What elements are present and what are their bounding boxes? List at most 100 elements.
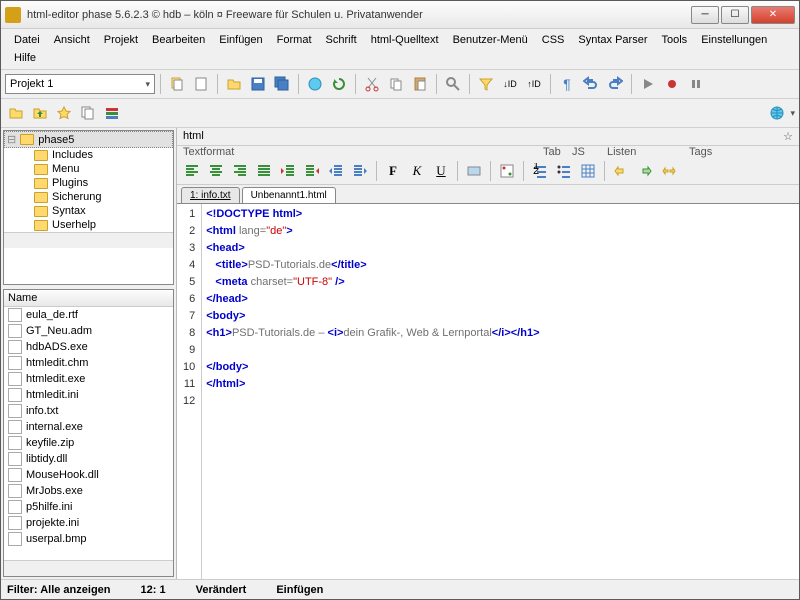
menu-css[interactable]: CSS xyxy=(535,31,572,49)
file-hscroll[interactable] xyxy=(4,560,173,576)
menu-einstellungen[interactable]: Einstellungen xyxy=(694,31,774,49)
tree-node[interactable]: Includes xyxy=(4,148,173,162)
tag-close-icon[interactable] xyxy=(634,160,656,182)
label-textformat: Textformat xyxy=(183,146,234,158)
file-item[interactable]: htmledit.chm xyxy=(4,355,173,371)
project-combo[interactable]: Projekt 1 xyxy=(5,74,155,94)
label-listen: Listen xyxy=(607,146,636,158)
filter-icon[interactable] xyxy=(475,73,497,95)
folder-tree[interactable]: ⊟ phase5 IncludesMenuPluginsSicherungSyn… xyxy=(3,130,174,285)
id-down-icon[interactable]: ↓ID xyxy=(499,73,521,95)
file-item[interactable]: libtidy.dll xyxy=(4,451,173,467)
tree-folder-icon[interactable] xyxy=(5,102,27,124)
file-list[interactable]: eula_de.rtfGT_Neu.admhdbADS.exehtmledit.… xyxy=(4,307,173,560)
tag-open-icon[interactable] xyxy=(610,160,632,182)
file-item[interactable]: internal.exe xyxy=(4,419,173,435)
tree-node[interactable]: Userhelp xyxy=(4,218,173,232)
indent-icon[interactable] xyxy=(349,160,371,182)
file-item[interactable]: eula_de.rtf xyxy=(4,307,173,323)
record-icon[interactable] xyxy=(661,73,683,95)
find-icon[interactable] xyxy=(442,73,464,95)
tree-node[interactable]: Syntax xyxy=(4,204,173,218)
docs-icon[interactable] xyxy=(77,102,99,124)
globe-icon[interactable] xyxy=(766,102,788,124)
menu-tools[interactable]: Tools xyxy=(655,31,695,49)
file-item[interactable]: MouseHook.dll xyxy=(4,467,173,483)
tree-hscroll[interactable] xyxy=(4,232,173,248)
settings-icon[interactable] xyxy=(101,102,123,124)
undo-icon[interactable] xyxy=(580,73,602,95)
file-list-header[interactable]: Name xyxy=(4,290,173,307)
pause-icon[interactable] xyxy=(685,73,707,95)
collapse-icon[interactable]: ☆ xyxy=(783,130,793,143)
copy-icon[interactable] xyxy=(166,73,188,95)
file-item[interactable]: keyfile.zip xyxy=(4,435,173,451)
editor-tab[interactable]: Unbenannt1.html xyxy=(242,187,336,203)
pilcrow-icon[interactable]: ¶ xyxy=(556,73,578,95)
tree-root[interactable]: ⊟ phase5 xyxy=(4,131,173,148)
save-icon[interactable] xyxy=(247,73,269,95)
redo-icon[interactable] xyxy=(604,73,626,95)
maximize-button[interactable]: ☐ xyxy=(721,6,749,24)
table-icon[interactable] xyxy=(577,160,599,182)
new-file-icon[interactable] xyxy=(190,73,212,95)
indent-right-icon[interactable] xyxy=(301,160,323,182)
outdent-icon[interactable] xyxy=(325,160,347,182)
menu-format[interactable]: Format xyxy=(270,31,319,49)
tree-node[interactable]: Menu xyxy=(4,162,173,176)
tree-node[interactable]: Plugins xyxy=(4,176,173,190)
file-item[interactable]: userpal.bmp xyxy=(4,531,173,547)
cut-icon[interactable] xyxy=(361,73,383,95)
refresh-icon[interactable] xyxy=(328,73,350,95)
italic-icon[interactable]: K xyxy=(406,160,428,182)
file-name: htmledit.ini xyxy=(26,389,79,401)
copy-clipboard-icon[interactable] xyxy=(385,73,407,95)
file-item[interactable]: htmledit.ini xyxy=(4,387,173,403)
underline-icon[interactable]: U xyxy=(430,160,452,182)
app-icon xyxy=(5,7,21,23)
menu-projekt[interactable]: Projekt xyxy=(97,31,145,49)
align-center-icon[interactable] xyxy=(205,160,227,182)
align-left-icon[interactable] xyxy=(181,160,203,182)
paste-icon[interactable] xyxy=(409,73,431,95)
tree-node[interactable]: Sicherung xyxy=(4,190,173,204)
menu-html-quelltext[interactable]: html-Quelltext xyxy=(364,31,446,49)
file-item[interactable]: hdbADS.exe xyxy=(4,339,173,355)
indent-left-icon[interactable] xyxy=(277,160,299,182)
bold-icon[interactable]: F xyxy=(382,160,404,182)
menu-bearbeiten[interactable]: Bearbeiten xyxy=(145,31,212,49)
file-item[interactable]: MrJobs.exe xyxy=(4,483,173,499)
open-file-icon[interactable] xyxy=(223,73,245,95)
code-content[interactable]: <!DOCTYPE html><html lang="de"><head> <t… xyxy=(202,204,799,579)
id-up-icon[interactable]: ↑ID xyxy=(523,73,545,95)
minimize-button[interactable]: ─ xyxy=(691,6,719,24)
menu-schrift[interactable]: Schrift xyxy=(319,31,364,49)
play-icon[interactable] xyxy=(637,73,659,95)
preview-icon[interactable] xyxy=(304,73,326,95)
code-editor[interactable]: 123456789101112 <!DOCTYPE html><html lan… xyxy=(177,204,799,579)
editor-tab[interactable]: 1: info.txt xyxy=(181,187,240,203)
file-item[interactable]: info.txt xyxy=(4,403,173,419)
list-ol-icon[interactable]: 12 xyxy=(529,160,551,182)
menu-ansicht[interactable]: Ansicht xyxy=(47,31,97,49)
list-ul-icon[interactable] xyxy=(553,160,575,182)
file-item[interactable]: GT_Neu.adm xyxy=(4,323,173,339)
close-button[interactable]: ✕ xyxy=(751,6,795,24)
js-tool-icon[interactable] xyxy=(496,160,518,182)
file-item[interactable]: projekte.ini xyxy=(4,515,173,531)
menu-benutzer-menü[interactable]: Benutzer-Menü xyxy=(446,31,535,49)
menu-einfügen[interactable]: Einfügen xyxy=(212,31,269,49)
tree-root-label: phase5 xyxy=(38,134,74,146)
menu-hilfe[interactable]: Hilfe xyxy=(7,49,43,67)
align-justify-icon[interactable] xyxy=(253,160,275,182)
file-item[interactable]: htmledit.exe xyxy=(4,371,173,387)
menu-syntax parser[interactable]: Syntax Parser xyxy=(571,31,654,49)
tag-both-icon[interactable] xyxy=(658,160,680,182)
tab-tool-icon[interactable] xyxy=(463,160,485,182)
align-right-icon[interactable] xyxy=(229,160,251,182)
menu-datei[interactable]: Datei xyxy=(7,31,47,49)
favorites-icon[interactable] xyxy=(53,102,75,124)
file-item[interactable]: p5hilfe.ini xyxy=(4,499,173,515)
save-all-icon[interactable] xyxy=(271,73,293,95)
folder-up-icon[interactable] xyxy=(29,102,51,124)
